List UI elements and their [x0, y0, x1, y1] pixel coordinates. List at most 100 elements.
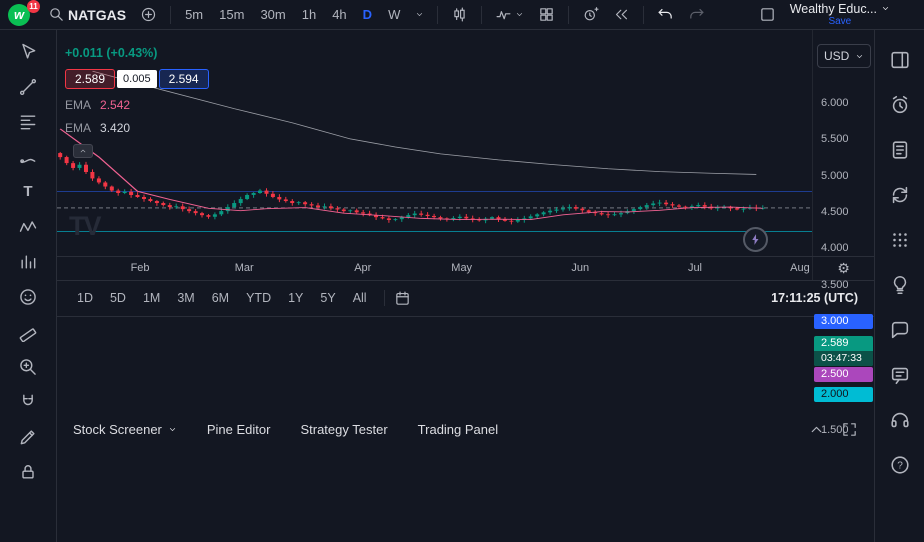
layout-grid-button[interactable]: [532, 2, 561, 28]
chart-settings-button[interactable]: ⚙: [837, 261, 850, 275]
currency-dropdown[interactable]: USD: [817, 44, 871, 68]
ideas-button[interactable]: [885, 271, 915, 299]
emoji-icon: [18, 287, 38, 307]
chart-row: +0.011 (+0.43%) 2.589 0.005 2.594 EMA 2.…: [57, 30, 874, 256]
redo-icon: [688, 6, 705, 23]
watchlist-button[interactable]: [885, 46, 915, 74]
time-axis-month: Feb: [131, 262, 150, 274]
go-to-date-button[interactable]: [394, 290, 411, 307]
compare-button[interactable]: [134, 2, 163, 28]
quick-action-button[interactable]: [743, 227, 768, 252]
chart-plot[interactable]: +0.011 (+0.43%) 2.589 0.005 2.594 EMA 2.…: [57, 30, 812, 256]
strategy-tester-tab[interactable]: Strategy Tester: [300, 422, 387, 437]
timeframe-1d[interactable]: D: [356, 2, 379, 28]
zoom-tool-button[interactable]: [13, 352, 43, 381]
journal-button[interactable]: [885, 136, 915, 164]
messages-icon: [889, 364, 911, 386]
forecast-tool-button[interactable]: [13, 247, 43, 276]
buy-button[interactable]: 2.594: [159, 69, 209, 89]
save-button[interactable]: Save: [828, 16, 851, 27]
chat-bubble-icon: [889, 319, 911, 341]
timeframe-1w[interactable]: W: [381, 2, 407, 28]
range-5d[interactable]: 5D: [102, 287, 134, 309]
redo-button[interactable]: [682, 2, 711, 28]
alert-clock-icon: [582, 6, 599, 23]
range-all[interactable]: All: [345, 287, 375, 309]
pine-editor-tab[interactable]: Pine Editor: [207, 422, 271, 437]
logo[interactable]: w 11: [8, 3, 34, 27]
separator: [170, 6, 171, 24]
draw-tool-button[interactable]: [13, 422, 43, 451]
range-1m[interactable]: 1M: [135, 287, 168, 309]
refresh-button[interactable]: [885, 181, 915, 209]
range-6m[interactable]: 6M: [204, 287, 237, 309]
support-button[interactable]: [885, 406, 915, 434]
ema-label: EMA: [65, 121, 91, 135]
indicator-ema-fast[interactable]: EMA 2.542: [65, 98, 130, 112]
notification-badge: 11: [27, 0, 40, 13]
time-axis-month: Apr: [354, 262, 371, 274]
range-3m[interactable]: 3M: [169, 287, 202, 309]
timeframe-menu-button[interactable]: [409, 2, 430, 28]
save-layout-button[interactable]: [753, 2, 782, 28]
search-icon: [48, 6, 65, 23]
range-bar: 1D 5D 1M 3M 6M YTD 1Y 5Y All 17:11:25 (U…: [57, 280, 874, 316]
undo-icon: [657, 6, 674, 23]
price-tick: 4.500: [821, 206, 849, 218]
undo-button[interactable]: [651, 2, 680, 28]
indicator-ema-slow[interactable]: EMA 3.420: [65, 121, 130, 135]
utc-clock[interactable]: 17:11:25 (UTC): [771, 291, 862, 305]
help-button[interactable]: ?: [885, 451, 915, 479]
chart-style-button[interactable]: [445, 2, 474, 28]
range-1y[interactable]: 1Y: [280, 287, 311, 309]
lock-icon: [18, 462, 38, 482]
headset-icon: [889, 409, 911, 431]
indicators-button[interactable]: [489, 2, 530, 28]
symbol-search-button[interactable]: NATGAS: [42, 2, 132, 28]
text-icon: T: [23, 183, 32, 200]
timeframe-4h[interactable]: 4h: [325, 2, 353, 28]
brush-tool-button[interactable]: [13, 142, 43, 171]
fib-retracement-icon: [18, 112, 38, 132]
refresh-icon: [889, 184, 911, 206]
create-alert-button[interactable]: [576, 2, 605, 28]
timeframe-30m[interactable]: 30m: [253, 2, 292, 28]
layout-manager[interactable]: Wealthy Educ... Save: [790, 3, 890, 27]
trading-panel-tab[interactable]: Trading Panel: [418, 422, 498, 437]
chevron-down-icon: [515, 10, 524, 19]
price-axis[interactable]: USD 6.0005.5005.0004.5004.0003.5001.5003…: [812, 30, 874, 256]
messages-button[interactable]: [885, 361, 915, 389]
quote-buttons: 2.589 0.005 2.594: [65, 69, 209, 89]
sell-button[interactable]: 2.589: [65, 69, 115, 89]
text-tool-button[interactable]: T: [13, 177, 43, 206]
range-1d[interactable]: 1D: [69, 287, 101, 309]
timeframe-5m[interactable]: 5m: [178, 2, 210, 28]
cursor-tool-button[interactable]: [13, 37, 43, 66]
replay-icon: [613, 6, 630, 23]
chat-button[interactable]: [885, 316, 915, 344]
range-5y[interactable]: 5Y: [312, 287, 343, 309]
alerts-button[interactable]: [885, 91, 915, 119]
timeframe-1h[interactable]: 1h: [295, 2, 323, 28]
emoji-tool-button[interactable]: [13, 282, 43, 311]
plus-circle-icon: [140, 6, 157, 23]
trend-line-tool-button[interactable]: [13, 72, 43, 101]
time-axis[interactable]: FebMarAprMayJunJulAug ⚙: [57, 256, 874, 280]
lock-tool-button[interactable]: [13, 457, 43, 486]
bar-replay-button[interactable]: [607, 2, 636, 28]
measure-ruler-icon: [18, 322, 38, 342]
trading-platform: w 11 NATGAS 5m 15m 30m 1h 4h D W: [0, 0, 924, 542]
currency-label: USD: [824, 49, 849, 63]
stock-screener-tab[interactable]: Stock Screener: [73, 422, 177, 437]
fib-tool-button[interactable]: [13, 107, 43, 136]
price-tick: 5.500: [821, 133, 849, 145]
measure-tool-button[interactable]: [13, 317, 43, 346]
apps-button[interactable]: [885, 226, 915, 254]
separator: [481, 6, 482, 24]
price-badge: 2.000: [814, 387, 873, 402]
timeframe-15m[interactable]: 15m: [212, 2, 251, 28]
magnet-tool-button[interactable]: [13, 387, 43, 416]
pattern-tool-button[interactable]: [13, 212, 43, 241]
range-ytd[interactable]: YTD: [238, 287, 279, 309]
collapse-legend-button[interactable]: [73, 144, 93, 158]
